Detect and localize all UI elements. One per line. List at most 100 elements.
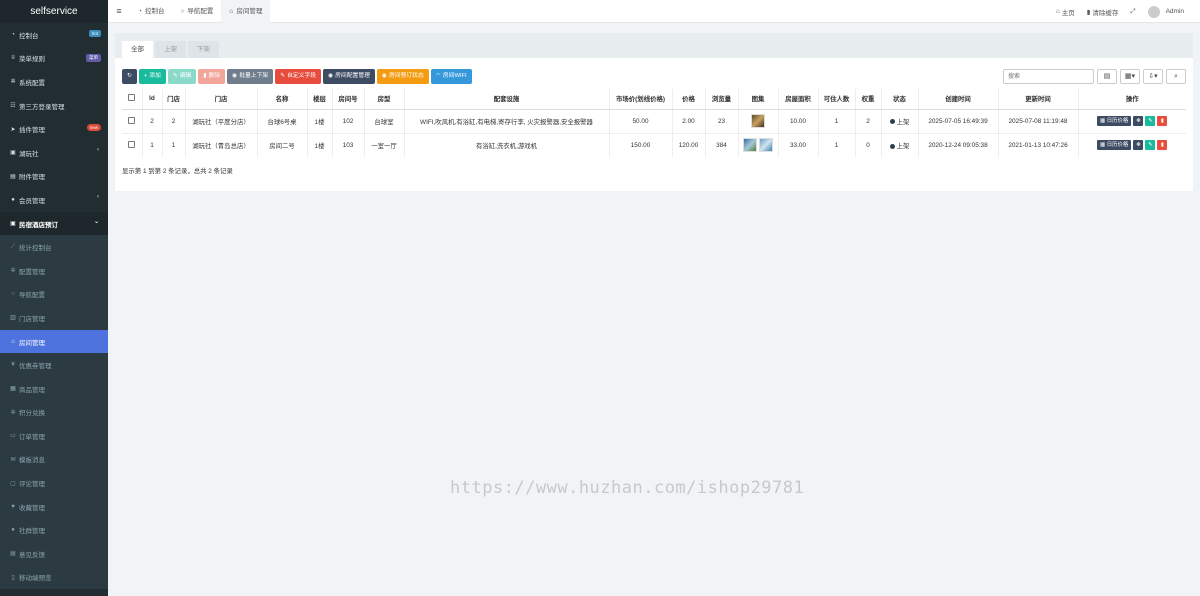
columns-icon[interactable]: ▦▾ (1120, 69, 1140, 84)
sidebar-item-hotel-booking[interactable]: ▣ 民宿酒店预订 ⌄ (0, 211, 108, 236)
tab-on-shelf[interactable]: 上架 (155, 41, 186, 58)
col-store[interactable]: 门店 (184, 89, 257, 110)
home-icon: ⌂ (229, 7, 234, 15)
sidebar-item-orders[interactable]: ▭ 订单管理 (0, 424, 108, 448)
sidebar-item-system-config[interactable]: ✲ 系统配置 (0, 70, 108, 94)
sidebar-item-coupons[interactable]: ¥ 优惠券管理 (0, 353, 108, 377)
sidebar-item-goods[interactable]: ▦ 商品管理 (0, 376, 108, 401)
col-store-id[interactable]: 门店 (161, 89, 185, 110)
delete-row-icon[interactable]: ▮ (1157, 116, 1168, 126)
drag-sort-icon[interactable]: ✥ (1133, 140, 1144, 151)
sidebar-item-stats-dashboard[interactable]: ⟋ 统计控制台 (0, 235, 108, 259)
sidebar-item-plugins[interactable]: ➤ 插件管理 new (0, 117, 108, 141)
col-area[interactable]: 房屋面积 (777, 89, 818, 110)
tab-rooms[interactable]: ⌂ 房间管理 (221, 0, 271, 23)
edit-row-icon[interactable]: ✎ (1145, 140, 1156, 151)
new-badge: new (86, 124, 101, 132)
sidebar-item-config[interactable]: ✲ 配置管理 (0, 258, 108, 283)
tab-off-shelf[interactable]: 下架 (188, 41, 219, 58)
cell-store-id-link[interactable]: 1 (161, 132, 185, 157)
gallery-thumbnail[interactable] (759, 138, 773, 153)
calendar-price-button[interactable]: ▦ 日历价格 (1097, 140, 1132, 151)
room-facility-button[interactable]: ◉ 房间配置管理 (323, 69, 375, 84)
delete-row-icon[interactable]: ▮ (1157, 140, 1168, 151)
tab-dashboard[interactable]: ◔ 控制台 (130, 0, 172, 23)
toggle-view-icon[interactable]: ▤ (1097, 69, 1117, 84)
tab-nav-config[interactable]: ○ 导航配置 (172, 0, 221, 23)
col-weight[interactable]: 权重 (854, 89, 881, 110)
sidebar-item-points[interactable]: ✲ 积分兑换 (0, 400, 108, 425)
sidebar-item-nav-config[interactable]: ○ 导航配置 (0, 282, 108, 307)
batch-shelf-button[interactable]: ◉ 批量上下架 (227, 69, 274, 84)
avatar (1147, 5, 1160, 18)
sidebar-item-rooms[interactable]: ⌂ 房间管理 (0, 329, 108, 354)
col-created[interactable]: 创建时间 (917, 89, 998, 110)
cell-price: 120.00 (671, 132, 705, 157)
col-name[interactable]: 名称 (256, 89, 307, 110)
add-button[interactable]: + 添加 (138, 69, 166, 84)
col-facilities[interactable]: 配套设施 (403, 89, 609, 110)
sidebar-item-community[interactable]: ● 社群管理 (0, 518, 108, 543)
sidebar-item-templates[interactable]: ✉ 模板消息 (0, 447, 108, 472)
sidebar-item-third-party-login[interactable]: ☷ 第三方登录管理 (0, 94, 108, 118)
gallery-thumbnail[interactable] (751, 114, 765, 128)
sidebar-item-dashboard[interactable]: ◔ 控制台 hot (0, 23, 108, 47)
col-updated[interactable]: 更新时间 (997, 89, 1078, 110)
user-menu[interactable]: Admin (1142, 5, 1200, 18)
col-room-type[interactable]: 房型 (363, 89, 404, 110)
menu-toggle-icon[interactable]: ≡ (108, 6, 130, 16)
clear-cache-link[interactable]: ▮ 清除缓存 (1081, 7, 1125, 17)
row-checkbox[interactable] (122, 108, 142, 133)
gallery-thumbnail[interactable] (743, 138, 757, 153)
cell-store: 湖玩社（平度分店） (184, 108, 257, 133)
search-icon[interactable]: ⌕ (1166, 69, 1186, 84)
cell-store-id-link[interactable]: 2 (161, 108, 185, 133)
fullscreen-icon[interactable]: ⤢ (1124, 8, 1141, 16)
sidebar-item-label: 订单管理 (19, 433, 45, 441)
calendar-price-button[interactable]: ▦ 日历价格 (1097, 116, 1132, 126)
sidebar-item-huwanshe[interactable]: ▣ 湖玩社 ‹ (0, 141, 108, 165)
col-room-no[interactable]: 房间号 (331, 89, 364, 110)
edit-button[interactable]: ✎ 编辑 (167, 69, 197, 84)
tab-all[interactable]: 全部 (122, 41, 153, 58)
drag-sort-icon[interactable]: ✥ (1133, 116, 1144, 126)
sidebar-item-comments[interactable]: ▢ 评论管理 (0, 471, 108, 495)
custom-field-button[interactable]: ✎ 自定义字段 (275, 69, 322, 84)
room-facility-label: 房间配置管理 (335, 73, 370, 79)
col-price[interactable]: 价格 (671, 89, 705, 110)
row-checkbox[interactable] (122, 132, 142, 157)
col-market-price[interactable]: 市场价(划线价格) (608, 89, 672, 110)
col-status[interactable]: 状态 (880, 89, 918, 110)
col-views[interactable]: 浏览量 (704, 89, 738, 110)
calendar-price-label: 日历价格 (1106, 142, 1129, 149)
cell-gallery (737, 132, 778, 157)
clear-cache-label: 清除缓存 (1092, 9, 1119, 17)
sidebar-item-attachments[interactable]: ▤ 附件管理 (0, 165, 108, 189)
rooms-table: Id 门店 门店 名称 楼层 房间号 房型 配套设施 市场价(划线价格) 价格 … (122, 89, 1186, 157)
cog-icon: ✲ (10, 268, 16, 275)
refresh-button[interactable]: ↻ (122, 69, 137, 84)
home-link[interactable]: ⌂ 主页 (1050, 7, 1081, 17)
search-input[interactable] (1003, 69, 1094, 84)
cell-created: 2020-12-24 09:05:38 (917, 132, 998, 157)
col-capacity[interactable]: 可住人数 (817, 89, 855, 110)
sidebar-item-stores[interactable]: ▥ 门店管理 (0, 306, 108, 330)
toolbar: ↻ + 添加 ✎ 编辑 ▮ 删除 ◉ 批量上下架 ✎ 自定义字段 ◉ 房间配置管理 ◉ 房间预… (122, 69, 472, 84)
cell-actions: ▦ 日历价格 ✥ ✎ ▮ (1077, 132, 1186, 157)
room-booking-button[interactable]: ◉ 房间预订状态 (376, 69, 429, 84)
col-floor[interactable]: 楼层 (306, 89, 332, 110)
col-gallery[interactable]: 图集 (737, 89, 778, 110)
sidebar-item-favorites[interactable]: ♥ 收藏管理 (0, 494, 108, 519)
col-id[interactable]: Id (141, 89, 162, 110)
sidebar-item-label: 模板消息 (19, 457, 45, 465)
delete-button[interactable]: ▮ 删除 (198, 69, 226, 84)
sidebar-item-feedback[interactable]: ▤ 意见反馈 (0, 542, 108, 566)
sidebar-item-members[interactable]: ● 会员管理 ‹ (0, 188, 108, 212)
select-all-checkbox[interactable] (122, 89, 142, 110)
export-icon[interactable]: ⇩▾ (1143, 69, 1163, 84)
sidebar-item-menu-rules[interactable]: ≡ 菜单规则 菜单 (0, 47, 108, 71)
edit-row-icon[interactable]: ✎ (1145, 116, 1156, 126)
brand-logo[interactable]: selfservice (0, 0, 108, 23)
room-wifi-button[interactable]: ◠ 房间WIFI (430, 69, 472, 84)
sidebar-item-mobile-preview[interactable]: ▯ 移动端预览 (0, 565, 108, 590)
